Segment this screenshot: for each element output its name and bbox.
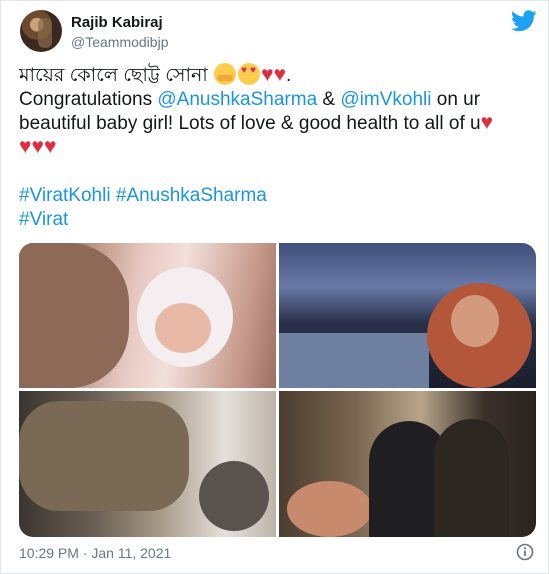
red-heart-emoji-icon: ♥: [480, 111, 494, 134]
red-heart-emoji-icon: ♥: [261, 63, 274, 86]
mention-virat[interactable]: @imVkohli: [340, 89, 431, 110]
baby-face-shape: [155, 303, 211, 353]
red-heart-emoji-icon: ♥: [31, 135, 44, 158]
amp-text: &: [317, 89, 341, 110]
tweet-line-4: ♥♥♥: [19, 136, 534, 160]
period: .: [286, 65, 292, 86]
woman-shape: [434, 419, 509, 537]
hashtag-line-1: #ViratKohli #AnushkaSharma: [19, 184, 534, 208]
tweet-text: মায়ের কোলে ছোট্ট সোনা ♥♥. Congratulatio…: [19, 63, 534, 232]
baby-feet-table-photo[interactable]: [19, 391, 276, 537]
hashtag-line-2: #Virat: [19, 208, 534, 232]
mother-holding-newborn-photo[interactable]: [19, 243, 276, 388]
info-icon[interactable]: [516, 543, 534, 561]
mother-shape: [19, 243, 129, 388]
red-heart-emoji-icon: ♥: [273, 63, 287, 86]
red-heart-emoji-icon: ♥: [43, 135, 57, 158]
author-handle[interactable]: @Teammodibjp: [71, 34, 168, 50]
red-heart-emoji-icon: ♥: [19, 135, 32, 158]
media-grid: [19, 243, 536, 537]
snowy-village-shape: [279, 333, 429, 388]
tweet-line-3: beautiful baby girl! Lots of love & good…: [19, 112, 534, 136]
congrats-text: Congratulations: [19, 89, 158, 110]
hashtag-anushkasharma[interactable]: #AnushkaSharma: [116, 185, 267, 206]
tweet-line-1: মায়ের কোলে ছোট্ট সোনা ♥♥.: [19, 63, 534, 88]
heart-eyes-emoji-icon: [238, 63, 261, 85]
tweet-line-2: Congratulations @AnushkaSharma & @imVkoh…: [19, 88, 534, 112]
plate-shape: [199, 461, 269, 531]
hashtag-virat[interactable]: #Virat: [19, 209, 68, 230]
hashtag-viratkohli[interactable]: #ViratKohli: [19, 185, 111, 206]
wishes-text: beautiful baby girl! Lots of love & good…: [19, 113, 481, 134]
couple-dinner-photo[interactable]: [279, 391, 536, 537]
mention-anushka[interactable]: @AnushkaSharma: [157, 89, 317, 110]
tweet-card: Rajib Kabiraj @Teammodibjp মায়ের কোলে ছ…: [0, 0, 549, 574]
twitter-bird-icon[interactable]: [511, 10, 537, 32]
tweet-timestamp[interactable]: 10:29 PM · Jan 11, 2021: [19, 545, 171, 561]
on-ur-text: on ur: [431, 89, 481, 110]
avatar[interactable]: [20, 10, 62, 52]
face-shape: [451, 295, 499, 347]
legs-shape: [19, 401, 189, 511]
flowers-shape: [287, 481, 372, 537]
bengali-caption: মায়ের কোলে ছোট্ট সোনা: [19, 65, 208, 86]
hugging-face-emoji-icon: [214, 63, 237, 85]
couple-selfie-night-photo[interactable]: [279, 243, 536, 388]
author-name[interactable]: Rajib Kabiraj: [71, 14, 163, 31]
